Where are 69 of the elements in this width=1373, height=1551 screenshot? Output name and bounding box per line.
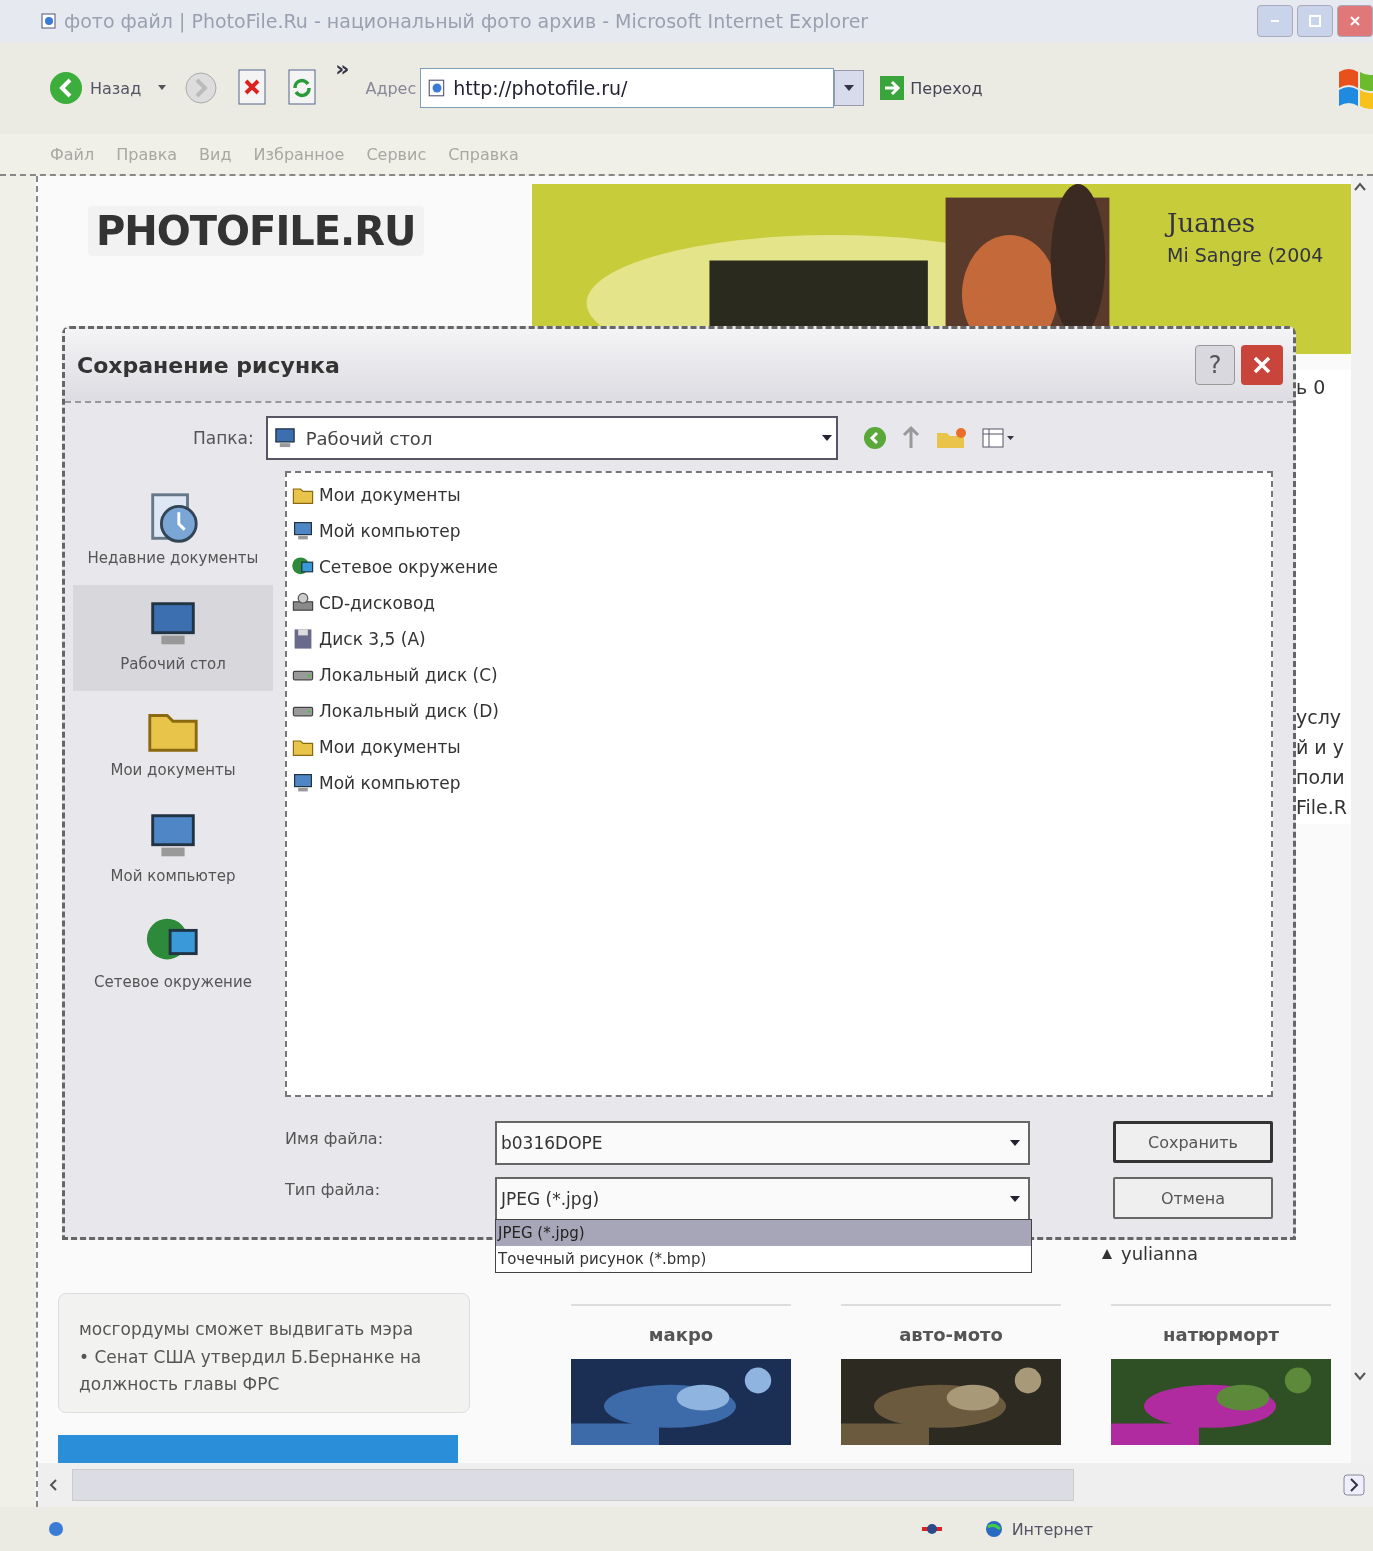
dropdown-option[interactable]: JPEG (*.jpg) — [496, 1220, 1031, 1246]
zone-label: Интернет — [1011, 1519, 1093, 1539]
places-item[interactable]: Мой компьютер — [73, 797, 273, 903]
window-title: фото файл | PhotoFile.Ru - национальный фото архив - Microsoft Internet Explorer — [64, 10, 870, 32]
news-item[interactable]: • Сенат США утвердил Б.Бернанке на должность главы ФРС — [79, 1343, 459, 1398]
file-item[interactable]: Сетевое окружение — [291, 551, 1267, 582]
folder-label: Папка: — [193, 428, 254, 448]
address-label: Адрес — [365, 78, 417, 98]
file-item[interactable]: Мой компьютер — [291, 515, 1267, 546]
text-fragment: ь 0 — [1295, 376, 1327, 398]
album-title: Mi Sangre (2004 — [1167, 244, 1324, 266]
filetype-label: Тип файла: — [285, 1180, 382, 1199]
minimize-icon — [1271, 20, 1279, 22]
site-logo[interactable]: PHOTOFILE.RU — [88, 206, 424, 256]
scroll-thumb[interactable] — [72, 1469, 1074, 1501]
places-item[interactable]: Сетевое окружение — [73, 903, 273, 1009]
category-title[interactable]: макро — [648, 1324, 714, 1345]
maximize-icon — [1308, 14, 1322, 28]
toolbar-overflow[interactable]: » — [335, 56, 350, 81]
go-button[interactable]: Переход — [880, 76, 983, 100]
folder-dropdown[interactable]: Рабочий стол — [265, 416, 838, 460]
dropdown-arrow-icon — [821, 435, 832, 441]
filename-label: Имя файла: — [285, 1129, 385, 1148]
file-item[interactable]: Диск 3,5 (A) — [291, 623, 1267, 654]
news-item[interactable]: мосгордумы сможет выдвигать мэра — [79, 1316, 459, 1344]
address-field[interactable]: http://photofile.ru/ — [420, 68, 835, 108]
minimize-button[interactable] — [1257, 5, 1293, 37]
close-icon — [1348, 14, 1362, 28]
filetype-dropdown[interactable]: JPEG (*.jpg) — [495, 1177, 1030, 1221]
page-status-icon — [46, 1519, 66, 1539]
horizontal-scrollbar[interactable] — [38, 1463, 1373, 1507]
file-item[interactable]: Мой компьютер — [291, 767, 1267, 798]
scroll-right-icon[interactable] — [1343, 1474, 1365, 1496]
vertical-scrollbar[interactable] — [1351, 176, 1373, 1463]
page-icon — [40, 12, 58, 30]
close-icon — [1251, 354, 1273, 376]
view-menu-icon[interactable] — [979, 425, 1016, 451]
forward-icon[interactable] — [183, 70, 220, 106]
file-item[interactable]: Мои документы — [291, 479, 1267, 510]
dropdown-option[interactable]: Точечный рисунок (*.bmp) — [496, 1246, 1031, 1272]
text-fragment: File.R — [1295, 796, 1347, 818]
dropdown-arrow-icon[interactable] — [157, 84, 168, 92]
places-item[interactable]: Рабочий стол — [73, 585, 273, 691]
caret-icon — [844, 85, 855, 91]
places-item[interactable]: Мои документы — [73, 691, 273, 797]
save-button[interactable]: Сохранить — [1113, 1121, 1273, 1163]
user-icon — [1101, 1247, 1113, 1260]
file-item[interactable]: Мои документы — [291, 731, 1267, 762]
user-link[interactable]: yulianna — [1121, 1243, 1198, 1264]
globe-icon — [983, 1519, 1004, 1539]
file-item[interactable]: CD-дисковод — [291, 587, 1267, 618]
maximize-button[interactable] — [1297, 5, 1333, 37]
address-dropdown-button[interactable] — [834, 70, 865, 106]
category-title[interactable]: натюрморт — [1163, 1324, 1279, 1345]
help-button[interactable]: ? — [1195, 345, 1235, 385]
file-item[interactable]: Локальный диск (D) — [291, 695, 1267, 726]
text-fragment: поли — [1295, 766, 1346, 788]
close-button[interactable] — [1241, 345, 1283, 385]
category-title[interactable]: авто-мото — [899, 1324, 1003, 1345]
back-icon[interactable] — [861, 425, 888, 451]
text-fragment: й и у — [1295, 736, 1345, 758]
dialog-title: Сохранение рисунка — [77, 352, 341, 378]
file-item[interactable]: Локальный диск (C) — [291, 659, 1267, 690]
back-button[interactable]: Назад — [48, 70, 142, 106]
filename-field[interactable]: b0316DOPE — [495, 1121, 1030, 1165]
places-item[interactable]: Недавние документы — [73, 479, 273, 585]
cancel-button[interactable]: Отмена — [1113, 1177, 1273, 1219]
close-button[interactable] — [1337, 5, 1373, 37]
text-fragment: услу — [1295, 706, 1343, 728]
